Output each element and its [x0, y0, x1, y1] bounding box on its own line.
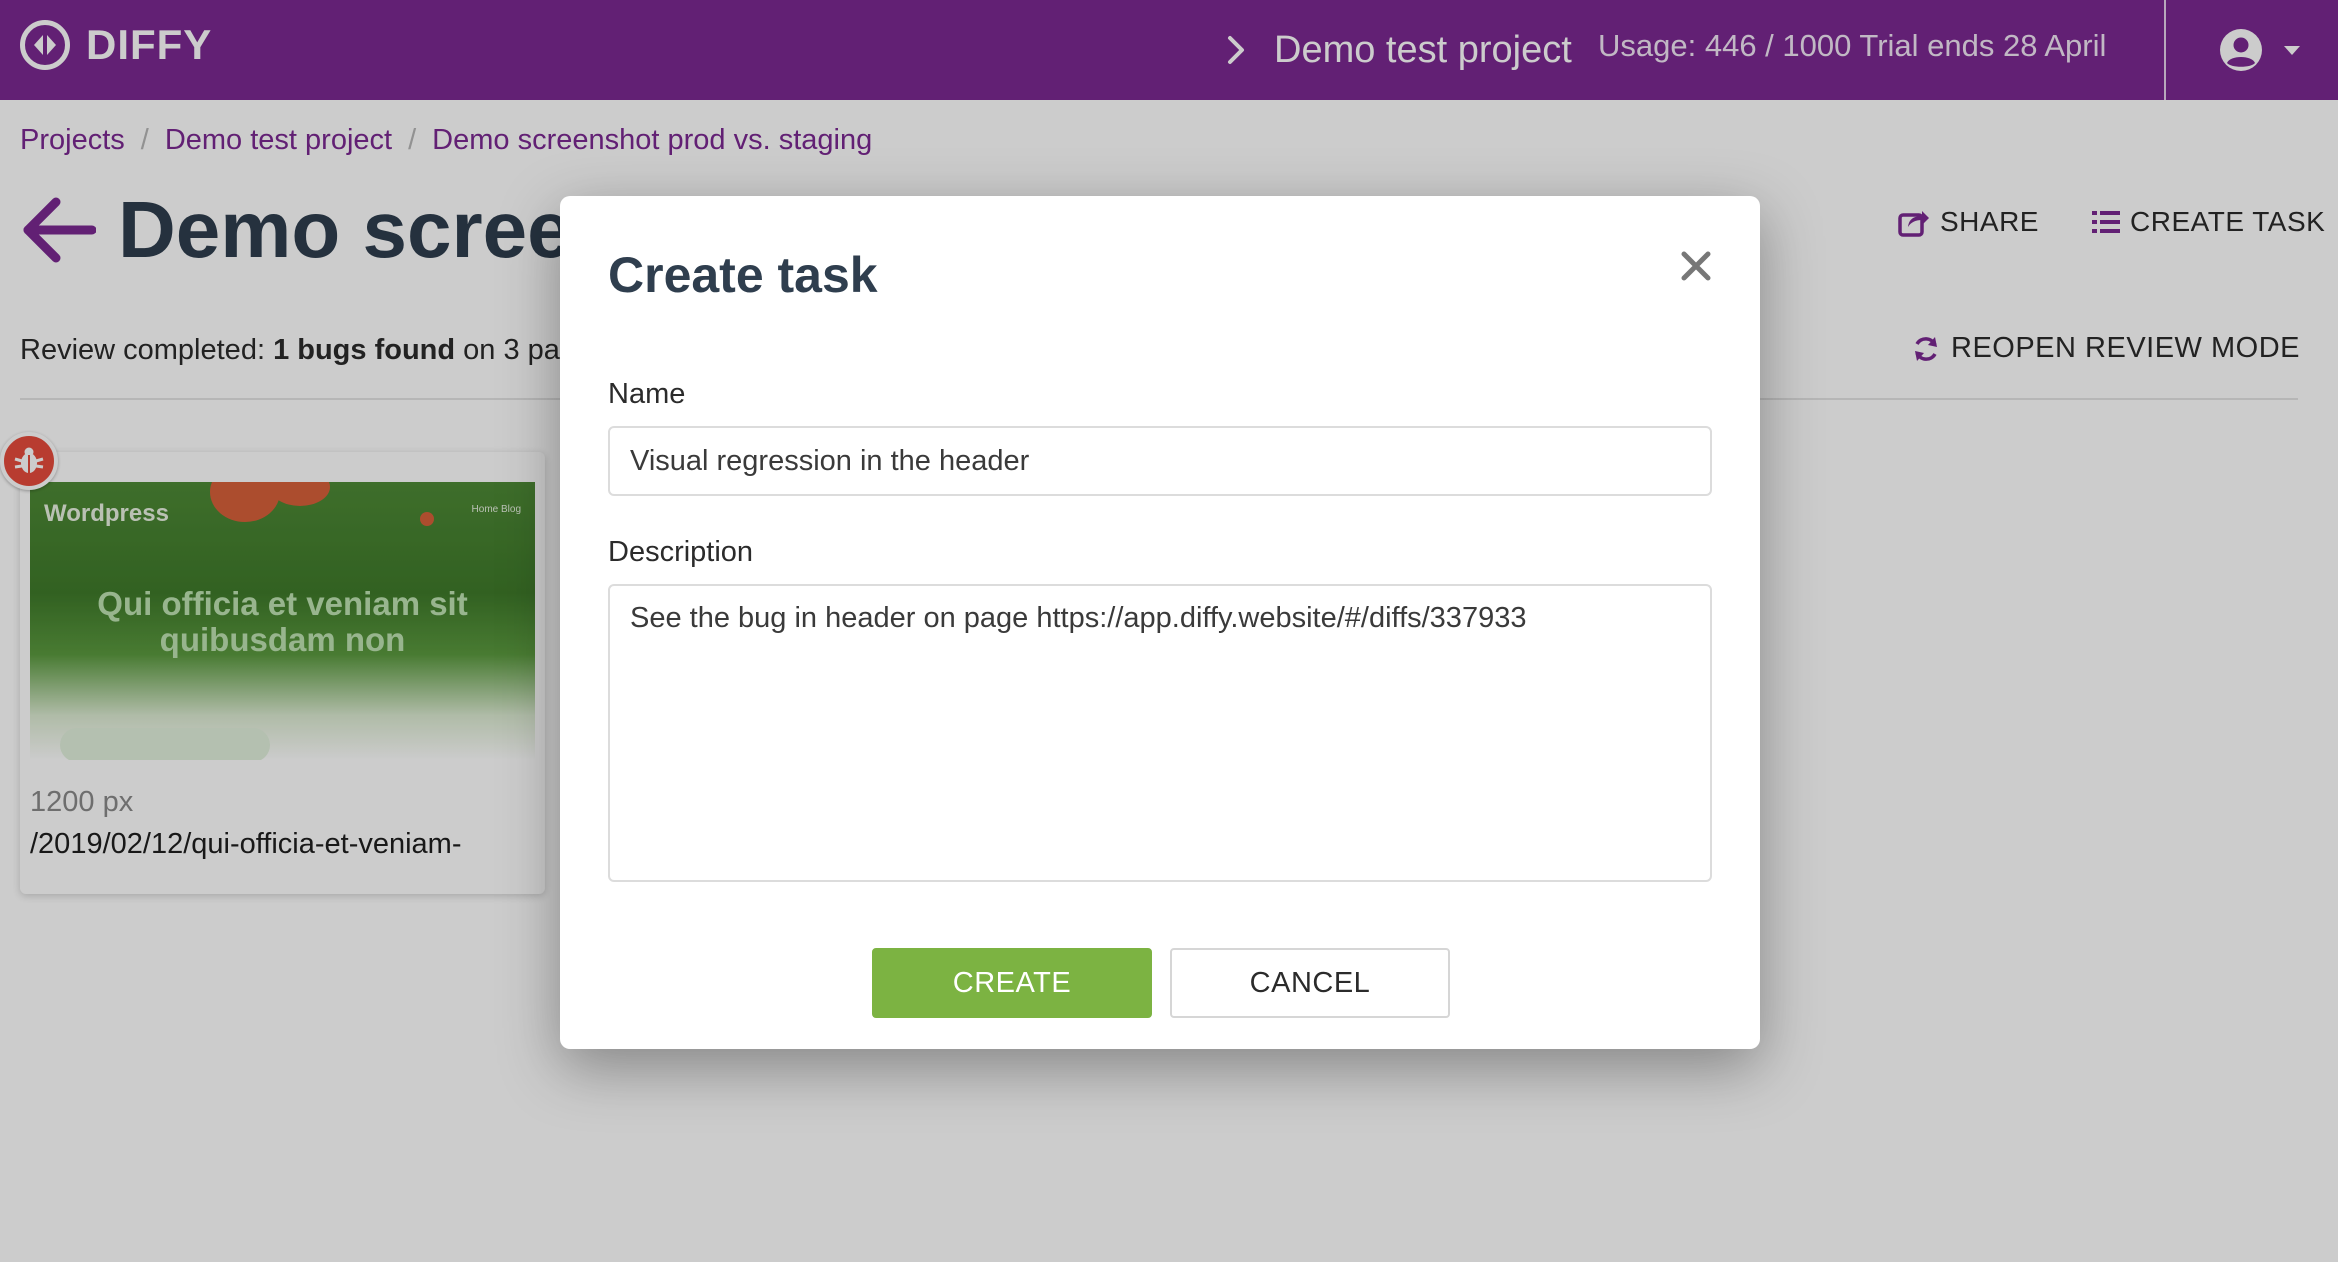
close-icon[interactable]	[1676, 246, 1716, 286]
description-label: Description	[608, 536, 754, 568]
modal-title: Create task	[608, 247, 878, 303]
cancel-button[interactable]: CANCEL	[1170, 948, 1450, 1018]
task-description-textarea[interactable]: See the bug in header on page https://ap…	[608, 584, 1712, 882]
create-task-modal: Create task Name Description See the bug…	[560, 196, 1760, 1049]
create-button[interactable]: CREATE	[872, 948, 1152, 1018]
name-label: Name	[608, 378, 686, 410]
task-name-input[interactable]	[608, 426, 1712, 496]
